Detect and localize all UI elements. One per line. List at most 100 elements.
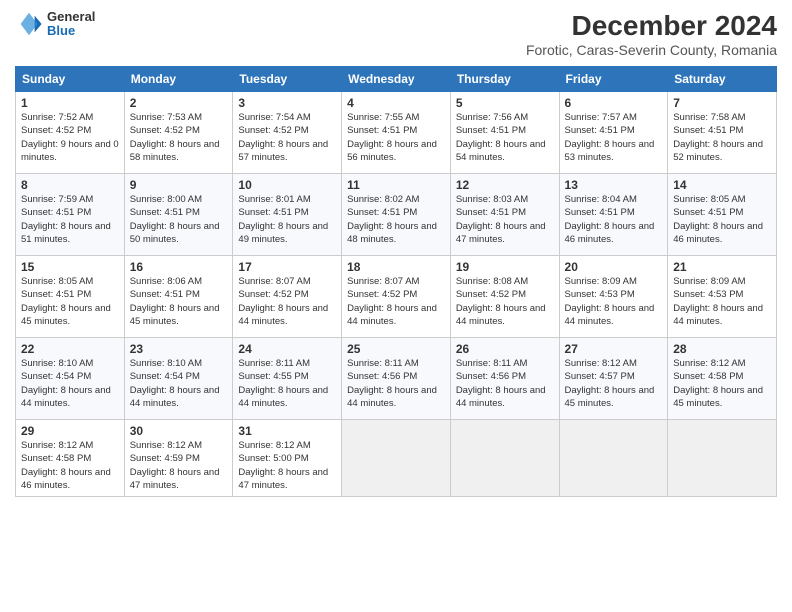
day-info: Sunrise: 8:05 AM Sunset: 4:51 PM Dayligh… — [673, 193, 771, 246]
table-row — [450, 420, 559, 497]
daylight-label: Daylight: 8 hours and 50 minutes. — [130, 221, 220, 245]
day-info: Sunrise: 8:11 AM Sunset: 4:56 PM Dayligh… — [347, 357, 445, 410]
col-thursday: Thursday — [450, 67, 559, 92]
day-number: 4 — [347, 96, 445, 110]
day-info: Sunrise: 8:12 AM Sunset: 4:59 PM Dayligh… — [130, 439, 228, 492]
sunrise-label: Sunrise: 8:05 AM — [21, 276, 93, 287]
daylight-label: Daylight: 8 hours and 44 minutes. — [347, 385, 437, 409]
sunset-label: Sunset: 4:52 PM — [238, 125, 308, 136]
day-number: 21 — [673, 260, 771, 274]
sunset-label: Sunset: 4:51 PM — [130, 207, 200, 218]
daylight-label: Daylight: 8 hours and 45 minutes. — [130, 303, 220, 327]
day-info: Sunrise: 8:07 AM Sunset: 4:52 PM Dayligh… — [238, 275, 336, 328]
table-row: 13 Sunrise: 8:04 AM Sunset: 4:51 PM Dayl… — [559, 174, 668, 256]
day-info: Sunrise: 8:12 AM Sunset: 4:58 PM Dayligh… — [21, 439, 119, 492]
table-row: 14 Sunrise: 8:05 AM Sunset: 4:51 PM Dayl… — [668, 174, 777, 256]
table-row: 16 Sunrise: 8:06 AM Sunset: 4:51 PM Dayl… — [124, 256, 233, 338]
header: General Blue December 2024 Forotic, Cara… — [15, 10, 777, 58]
sunset-label: Sunset: 4:51 PM — [238, 207, 308, 218]
day-info: Sunrise: 8:07 AM Sunset: 4:52 PM Dayligh… — [347, 275, 445, 328]
sunrise-label: Sunrise: 8:12 AM — [130, 440, 202, 451]
table-row: 9 Sunrise: 8:00 AM Sunset: 4:51 PM Dayli… — [124, 174, 233, 256]
sunrise-label: Sunrise: 8:10 AM — [130, 358, 202, 369]
calendar-header-row: Sunday Monday Tuesday Wednesday Thursday… — [16, 67, 777, 92]
sunset-label: Sunset: 4:53 PM — [673, 289, 743, 300]
daylight-label: Daylight: 8 hours and 44 minutes. — [565, 303, 655, 327]
day-info: Sunrise: 8:12 AM Sunset: 5:00 PM Dayligh… — [238, 439, 336, 492]
logo-general-text: General — [47, 10, 95, 24]
day-number: 14 — [673, 178, 771, 192]
day-info: Sunrise: 7:52 AM Sunset: 4:52 PM Dayligh… — [21, 111, 119, 164]
day-info: Sunrise: 8:12 AM Sunset: 4:57 PM Dayligh… — [565, 357, 663, 410]
day-number: 24 — [238, 342, 336, 356]
sunset-label: Sunset: 4:51 PM — [21, 207, 91, 218]
table-row: 11 Sunrise: 8:02 AM Sunset: 4:51 PM Dayl… — [342, 174, 451, 256]
table-row: 12 Sunrise: 8:03 AM Sunset: 4:51 PM Dayl… — [450, 174, 559, 256]
col-sunday: Sunday — [16, 67, 125, 92]
day-info: Sunrise: 7:55 AM Sunset: 4:51 PM Dayligh… — [347, 111, 445, 164]
daylight-label: Daylight: 8 hours and 58 minutes. — [130, 139, 220, 163]
table-row: 15 Sunrise: 8:05 AM Sunset: 4:51 PM Dayl… — [16, 256, 125, 338]
sunset-label: Sunset: 4:54 PM — [130, 371, 200, 382]
daylight-label: Daylight: 8 hours and 45 minutes. — [673, 385, 763, 409]
sunset-label: Sunset: 4:57 PM — [565, 371, 635, 382]
daylight-label: Daylight: 8 hours and 48 minutes. — [347, 221, 437, 245]
day-info: Sunrise: 7:53 AM Sunset: 4:52 PM Dayligh… — [130, 111, 228, 164]
sunrise-label: Sunrise: 8:11 AM — [456, 358, 528, 369]
calendar-week-row: 1 Sunrise: 7:52 AM Sunset: 4:52 PM Dayli… — [16, 92, 777, 174]
logo-blue-text: Blue — [47, 24, 95, 38]
day-number: 30 — [130, 424, 228, 438]
day-info: Sunrise: 8:08 AM Sunset: 4:52 PM Dayligh… — [456, 275, 554, 328]
sunset-label: Sunset: 4:51 PM — [456, 125, 526, 136]
day-number: 20 — [565, 260, 663, 274]
day-number: 17 — [238, 260, 336, 274]
sunset-label: Sunset: 4:51 PM — [347, 125, 417, 136]
day-number: 7 — [673, 96, 771, 110]
sunrise-label: Sunrise: 7:53 AM — [130, 112, 202, 123]
day-number: 3 — [238, 96, 336, 110]
sunset-label: Sunset: 4:54 PM — [21, 371, 91, 382]
table-row: 20 Sunrise: 8:09 AM Sunset: 4:53 PM Dayl… — [559, 256, 668, 338]
day-info: Sunrise: 8:03 AM Sunset: 4:51 PM Dayligh… — [456, 193, 554, 246]
title-block: December 2024 Forotic, Caras-Severin Cou… — [526, 10, 777, 58]
day-number: 25 — [347, 342, 445, 356]
daylight-label: Daylight: 8 hours and 44 minutes. — [456, 303, 546, 327]
sunset-label: Sunset: 4:51 PM — [673, 125, 743, 136]
daylight-label: Daylight: 8 hours and 47 minutes. — [130, 467, 220, 491]
sunrise-label: Sunrise: 8:02 AM — [347, 194, 419, 205]
day-number: 13 — [565, 178, 663, 192]
sunrise-label: Sunrise: 8:09 AM — [565, 276, 637, 287]
table-row: 7 Sunrise: 7:58 AM Sunset: 4:51 PM Dayli… — [668, 92, 777, 174]
sunrise-label: Sunrise: 8:06 AM — [130, 276, 202, 287]
day-number: 11 — [347, 178, 445, 192]
day-info: Sunrise: 7:57 AM Sunset: 4:51 PM Dayligh… — [565, 111, 663, 164]
table-row: 18 Sunrise: 8:07 AM Sunset: 4:52 PM Dayl… — [342, 256, 451, 338]
day-number: 23 — [130, 342, 228, 356]
sunset-label: Sunset: 4:56 PM — [456, 371, 526, 382]
sunset-label: Sunset: 4:51 PM — [347, 207, 417, 218]
day-info: Sunrise: 8:09 AM Sunset: 4:53 PM Dayligh… — [673, 275, 771, 328]
table-row: 26 Sunrise: 8:11 AM Sunset: 4:56 PM Dayl… — [450, 338, 559, 420]
daylight-label: Daylight: 8 hours and 44 minutes. — [673, 303, 763, 327]
table-row: 28 Sunrise: 8:12 AM Sunset: 4:58 PM Dayl… — [668, 338, 777, 420]
sunrise-label: Sunrise: 8:12 AM — [238, 440, 310, 451]
day-number: 18 — [347, 260, 445, 274]
sunrise-label: Sunrise: 7:52 AM — [21, 112, 93, 123]
day-info: Sunrise: 7:56 AM Sunset: 4:51 PM Dayligh… — [456, 111, 554, 164]
sunset-label: Sunset: 4:52 PM — [238, 289, 308, 300]
day-number: 19 — [456, 260, 554, 274]
day-number: 27 — [565, 342, 663, 356]
daylight-label: Daylight: 8 hours and 46 minutes. — [673, 221, 763, 245]
calendar-week-row: 22 Sunrise: 8:10 AM Sunset: 4:54 PM Dayl… — [16, 338, 777, 420]
daylight-label: Daylight: 8 hours and 46 minutes. — [21, 467, 111, 491]
day-info: Sunrise: 8:01 AM Sunset: 4:51 PM Dayligh… — [238, 193, 336, 246]
table-row: 5 Sunrise: 7:56 AM Sunset: 4:51 PM Dayli… — [450, 92, 559, 174]
calendar-week-row: 15 Sunrise: 8:05 AM Sunset: 4:51 PM Dayl… — [16, 256, 777, 338]
daylight-label: Daylight: 8 hours and 54 minutes. — [456, 139, 546, 163]
day-number: 9 — [130, 178, 228, 192]
daylight-label: Daylight: 8 hours and 56 minutes. — [347, 139, 437, 163]
sunset-label: Sunset: 4:51 PM — [21, 289, 91, 300]
table-row: 24 Sunrise: 8:11 AM Sunset: 4:55 PM Dayl… — [233, 338, 342, 420]
sunrise-label: Sunrise: 8:12 AM — [673, 358, 745, 369]
day-number: 6 — [565, 96, 663, 110]
